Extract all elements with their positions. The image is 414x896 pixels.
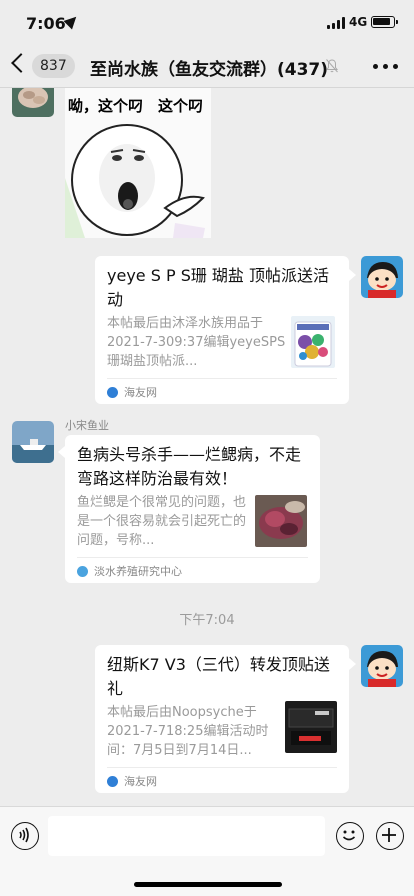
mini-program-icon xyxy=(107,776,118,787)
chevron-left-icon[interactable] xyxy=(11,53,31,73)
link-card-outgoing[interactable]: yeye S P S珊 瑚盐 顶帖派送活动 本帖最后由沐泽水族用品于2021-7… xyxy=(95,256,349,404)
network-type: 4G xyxy=(349,15,368,29)
unread-count-badge[interactable]: 837 xyxy=(32,54,75,78)
card-footer: 海友网 xyxy=(107,378,337,404)
card-title: 纽斯K7 V3（三代）转发顶贴送礼 xyxy=(107,655,330,698)
card-thumbnail xyxy=(255,495,307,547)
cellular-signal-icon xyxy=(327,17,345,29)
voice-icon[interactable] xyxy=(11,822,39,850)
location-arrow-icon xyxy=(63,12,81,30)
battery-nub xyxy=(396,20,398,24)
card-footer: 海友网 xyxy=(107,767,337,793)
card-description: 鱼烂鳃是个很常见的问题，也是一个很容易就会引起死亡的问题，号称... xyxy=(77,495,247,548)
card-footer: 淡水养殖研究中心 xyxy=(77,557,308,583)
card-description: 本帖最后由沐泽水族用品于2021-7-309:37编辑yeyeSPS珊瑚盐顶帖派… xyxy=(107,316,286,369)
link-card-outgoing[interactable]: 纽斯K7 V3（三代）转发顶贴送礼 本帖最后由Noopsyche于2021-7-… xyxy=(95,645,349,793)
card-thumbnail xyxy=(285,701,337,753)
sticker-image[interactable]: 呦，这个叼 这个叼 xyxy=(65,88,211,238)
card-source: 海友网 xyxy=(124,775,157,788)
sticker-caption: 呦，这个叼 这个叼 xyxy=(68,97,204,115)
official-account-icon xyxy=(77,566,88,577)
sender-name: 小宋鱼业 xyxy=(65,419,109,432)
card-source: 海友网 xyxy=(124,386,157,399)
my-avatar[interactable] xyxy=(361,256,403,298)
message-input[interactable] xyxy=(48,816,325,856)
battery-icon xyxy=(371,16,395,28)
message-list[interactable]: 呦，这个叼 这个叼 yeye S P S珊 瑚盐 顶帖派送活动 本帖最后由沐泽水… xyxy=(0,88,414,806)
bubble-tail xyxy=(349,658,356,670)
emoji-icon[interactable] xyxy=(336,822,364,850)
status-time: 7:06 xyxy=(26,14,66,33)
plus-icon[interactable] xyxy=(376,822,404,850)
card-thumbnail xyxy=(291,316,335,368)
home-indicator[interactable] xyxy=(134,882,282,887)
bubble-tail xyxy=(349,269,356,281)
card-title: 鱼病头号杀手——烂鳃病，不走弯路这样防治最有效！ xyxy=(77,445,302,488)
card-title: yeye S P S珊 瑚盐 顶帖派送活动 xyxy=(107,266,330,309)
time-divider: 下午7:04 xyxy=(179,613,235,628)
mini-program-icon xyxy=(107,387,118,398)
card-source: 淡水养殖研究中心 xyxy=(94,565,182,578)
chat-title: 至尚水族（鱼友交流群）(437) xyxy=(90,60,329,80)
bubble-tail xyxy=(58,446,65,458)
member-avatar[interactable] xyxy=(12,88,54,117)
more-dots-icon[interactable] xyxy=(373,64,399,70)
link-card-incoming[interactable]: 鱼病头号杀手——烂鳃病，不走弯路这样防治最有效！ 鱼烂鳃是个很常见的问题，也是一… xyxy=(65,435,320,583)
card-description: 本帖最后由Noopsyche于2021-7-718:25编辑活动时间：7月5日到… xyxy=(107,705,269,758)
status-bar: 7:06 4G xyxy=(0,0,414,44)
mute-bell-icon xyxy=(326,59,338,73)
my-avatar[interactable] xyxy=(361,645,403,687)
member-avatar-xiaosong[interactable] xyxy=(12,421,54,463)
chat-header: 837 至尚水族（鱼友交流群）(437) xyxy=(0,44,414,88)
